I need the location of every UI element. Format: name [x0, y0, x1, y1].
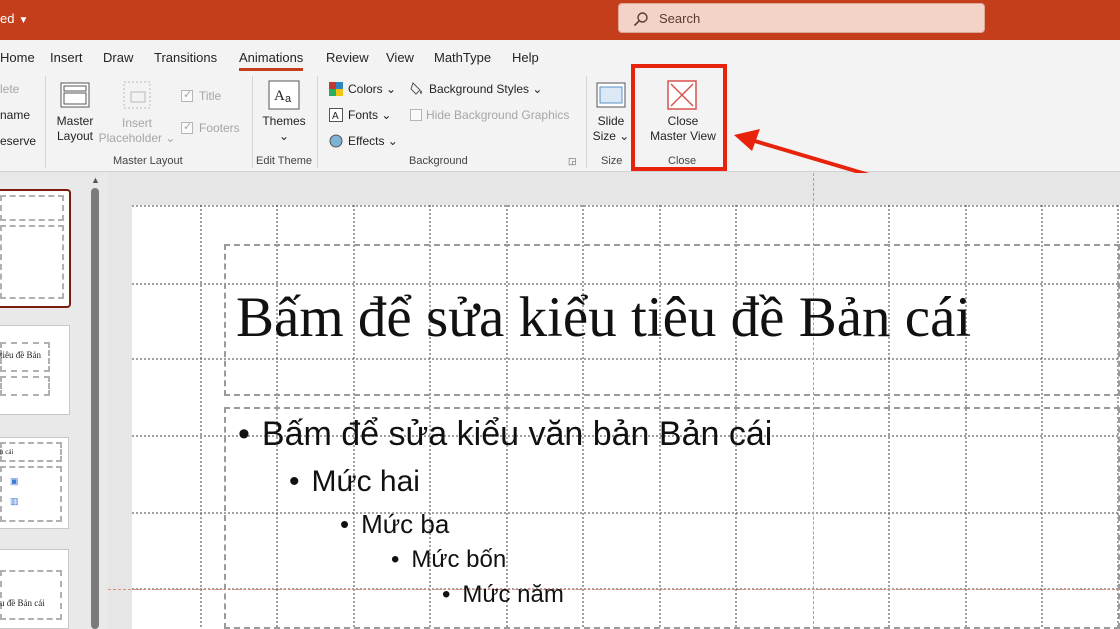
slide-label: Slide [597, 114, 625, 128]
group-separator [586, 76, 587, 168]
footers-checkbox-label: Footers [199, 121, 240, 135]
slide-title-text: Bấm để sửa kiểu tiêu đề Bản cái [236, 286, 972, 349]
document-name[interactable]: ed ▼ [0, 11, 28, 26]
bullet-level-2: • Mức hai [289, 465, 420, 499]
group-separator [317, 76, 318, 168]
level-3-text: Mức ba [361, 509, 450, 539]
group-separator [252, 76, 253, 168]
tab-help[interactable]: Help [512, 50, 539, 65]
level-1-text: Bấm để sửa kiểu văn bản Bản cái [261, 415, 773, 453]
picture-icon: ▣ [10, 476, 19, 486]
grid-line [132, 205, 1120, 207]
ribbon-tabs: Home Insert Draw Transitions Animations … [0, 40, 1120, 72]
thumb-subtitle-placeholder [0, 376, 50, 396]
slide-size-button[interactable]: Slide Size ⌄ [590, 114, 632, 144]
vertical-scrollbar[interactable] [91, 188, 99, 629]
colors-button[interactable]: Colors ⌄ [348, 82, 396, 96]
tab-home[interactable]: Home [0, 50, 35, 65]
level-5-text: Mức năm [462, 581, 564, 608]
hide-background-checkbox[interactable] [410, 109, 422, 121]
search-box[interactable]: Search [618, 3, 985, 33]
group-label-edit-theme: Edit Theme [256, 155, 313, 167]
ribbon: lete name eserve Master Layout Insert Pl… [0, 72, 1120, 172]
size-label: Size ⌄ [592, 129, 630, 143]
tab-draw[interactable]: Draw [103, 50, 133, 65]
group-label-background: Background [409, 155, 468, 167]
thumb-body-placeholder [0, 466, 62, 522]
thumb-title-placeholder [0, 195, 64, 221]
scroll-up-icon[interactable]: ▲ [91, 175, 100, 185]
search-placeholder: Search [659, 11, 701, 26]
bullet-level-4: • Mức bốn [391, 546, 506, 574]
rename-button[interactable]: name [0, 108, 30, 122]
bullet-icon: • [391, 546, 400, 573]
fonts-icon: A [329, 108, 343, 122]
chevron-down-icon: ⌄ [278, 129, 290, 143]
effects-button[interactable]: Effects ⌄ [348, 134, 398, 148]
hide-background-label: Hide Background Graphics [426, 108, 570, 122]
svg-text:A: A [274, 88, 285, 104]
tab-animations[interactable]: Animations [239, 50, 304, 71]
bullet-icon: • [340, 509, 350, 539]
preserve-button[interactable]: eserve [0, 134, 36, 148]
level-2-text: Mức hai [311, 465, 420, 498]
tab-mathtype[interactable]: MathType [434, 50, 491, 65]
background-styles-button[interactable]: Background Styles ⌄ [429, 82, 542, 96]
bullet-level-5: • Mức năm [442, 581, 564, 609]
delete-button[interactable]: lete [0, 82, 19, 96]
bullet-level-1: • Bấm để sửa kiểu văn bản Bản cái [238, 415, 772, 454]
document-name-label: ed [0, 11, 15, 26]
bullet-icon: • [238, 415, 250, 453]
insert-label-2: Placeholder ⌄ [98, 131, 176, 145]
tab-transitions[interactable]: Transitions [154, 50, 217, 65]
thumb-text: n cái [0, 448, 14, 456]
themes-button[interactable]: Themes ⌄ [258, 114, 310, 144]
effects-icon [329, 134, 343, 148]
thumbnail-layout-1[interactable]: tiêu đề Bản [0, 325, 70, 415]
group-label-size: Size [601, 155, 623, 167]
slide-size-icon [596, 82, 626, 108]
fonts-button[interactable]: Fonts ⌄ [348, 108, 391, 122]
group-separator [45, 76, 46, 168]
thumb-text: u đề Bản cái [0, 598, 45, 608]
search-icon [633, 12, 648, 27]
powerpoint-window: ed ▼ Search Home Insert Draw Transitions … [0, 0, 1120, 629]
background-styles-icon [410, 82, 422, 95]
colors-icon [329, 82, 343, 96]
grid-line [200, 205, 202, 629]
thumbnail-layout-3[interactable]: u đề Bản cái [0, 549, 69, 629]
insert-placeholder-button[interactable]: Insert Placeholder ⌄ [98, 116, 176, 146]
master-layout-label-1: Master [56, 114, 94, 128]
insert-placeholder-icon [123, 81, 151, 109]
title-checkbox[interactable] [181, 88, 193, 102]
thumbnail-master[interactable] [0, 189, 71, 308]
bullet-icon: • [289, 465, 300, 498]
tab-view[interactable]: View [386, 50, 414, 65]
chevron-down-icon: ▼ [18, 15, 29, 26]
svg-text:a: a [285, 93, 292, 105]
bullet-level-3: • Mức ba [340, 509, 449, 540]
thumb-body-placeholder [0, 225, 64, 299]
insert-label-1: Insert [121, 116, 152, 130]
svg-text:A: A [332, 111, 339, 122]
tab-review[interactable]: Review [326, 50, 369, 65]
dialog-launcher-icon[interactable]: ◲ [568, 156, 577, 167]
thumb-title-placeholder [0, 570, 62, 620]
group-label-master-layout: Master Layout [113, 155, 183, 167]
tab-insert[interactable]: Insert [50, 50, 83, 65]
title-bar: ed ▼ Search [0, 0, 1120, 40]
title-checkbox-label: Title [199, 89, 222, 103]
master-layout-label-2: Layout [56, 129, 94, 143]
thumb-text: tiêu đề Bản [0, 350, 41, 360]
master-layout-button[interactable]: Master Layout [52, 114, 98, 144]
thumbnail-layout-2[interactable]: n cái ▣ ▥ [0, 437, 69, 529]
highlight-box [631, 64, 727, 171]
bullet-icon: • [442, 581, 451, 608]
master-layout-icon [60, 82, 90, 108]
chart-icon: ▥ [10, 496, 19, 506]
themes-label: Themes [262, 114, 306, 128]
level-4-text: Mức bốn [411, 546, 507, 573]
footers-checkbox[interactable] [181, 120, 193, 134]
themes-icon: Aa [268, 80, 300, 110]
